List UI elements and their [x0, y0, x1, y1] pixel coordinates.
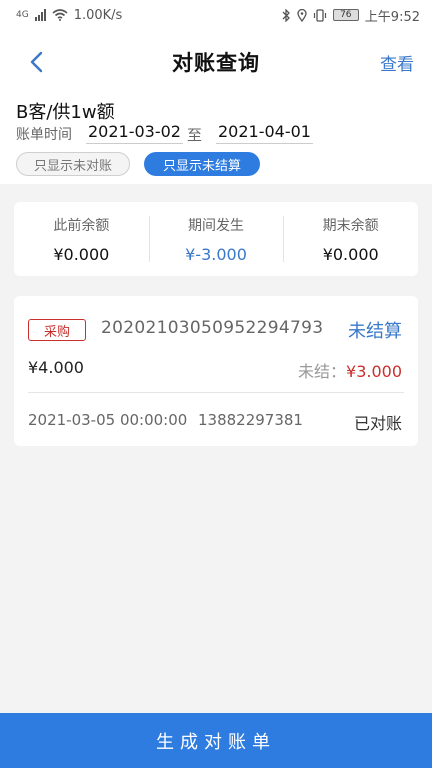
unsettled-label: 未结： — [298, 362, 347, 381]
opening-balance-label: 此前余额 — [53, 217, 110, 234]
date-separator: 至 — [187, 126, 203, 144]
bluetooth-icon — [282, 8, 290, 22]
back-arrow-icon[interactable] — [26, 50, 50, 74]
record-phone: 13882297381 — [198, 411, 303, 429]
date-from-field[interactable]: 2021-03-02 — [86, 122, 183, 144]
unsettled-amount: 未结：¥3.000 — [298, 358, 402, 382]
network-speed: 1.00K/s — [73, 7, 123, 23]
opening-balance: 此前余额 ¥0.000 — [14, 202, 149, 276]
entity-name[interactable]: B客/供1w额 — [16, 98, 115, 124]
status-right: 76 上午9:52 — [282, 6, 420, 25]
wifi-icon — [52, 9, 68, 21]
location-icon — [297, 8, 307, 22]
record-datetime: 2021-03-05 00:00:00 — [28, 411, 188, 429]
record-type-badge: 采购 — [28, 319, 86, 341]
period-amount-value: ¥-3.000 — [185, 244, 247, 264]
order-number: 20202103050952294793 — [101, 318, 324, 338]
period-amount-label: 期间发生 — [188, 217, 244, 234]
reconcile-status: 已对账 — [353, 414, 402, 433]
date-range-label: 账单时间 — [16, 127, 72, 143]
app-header: 对账查询 查看 — [0, 30, 432, 94]
unreconciled-filter-chip[interactable]: 只显示未对账 — [16, 152, 130, 176]
signal-icon — [34, 9, 46, 21]
closing-balance-value: ¥0.000 — [322, 244, 379, 264]
unsettled-value: ¥3.000 — [346, 362, 402, 381]
vibrate-icon — [313, 8, 326, 22]
clock: 上午9:52 — [364, 9, 420, 25]
status-bar: 4G 1.00K/s 76 上午9:52 — [0, 0, 432, 30]
period-amount: 期间发生 ¥-3.000 — [148, 202, 284, 276]
record-divider — [28, 392, 404, 393]
filter-panel: B客/供1w额 账单时间 2021-03-02 至 2021-04-01 只显示… — [0, 94, 432, 184]
closing-balance-label: 期末余额 — [322, 217, 379, 234]
record-amount: ¥4.000 — [28, 358, 84, 377]
date-to-field[interactable]: 2021-04-01 — [216, 122, 313, 144]
status-left: 4G 1.00K/s — [16, 8, 122, 23]
unsettled-filter-chip[interactable]: 只显示未结算 — [144, 152, 260, 176]
settlement-status: 未结算 — [348, 321, 402, 342]
opening-balance-value: ¥0.000 — [53, 244, 110, 264]
closing-balance: 期末余额 ¥0.000 — [283, 202, 418, 276]
generate-statement-button[interactable]: 生成对账单 — [0, 713, 432, 768]
view-button[interactable]: 查看 — [380, 50, 414, 75]
bill-record-card[interactable]: 采购 20202103050952294793 未结算 ¥4.000 未结：¥3… — [14, 296, 418, 446]
battery-icon: 76 — [332, 9, 359, 21]
page-title: 对账查询 — [172, 51, 260, 75]
balance-summary-card: 此前余额 ¥0.000 期间发生 ¥-3.000 期末余额 ¥0.000 — [14, 202, 418, 276]
network-type: 4G — [16, 10, 29, 20]
